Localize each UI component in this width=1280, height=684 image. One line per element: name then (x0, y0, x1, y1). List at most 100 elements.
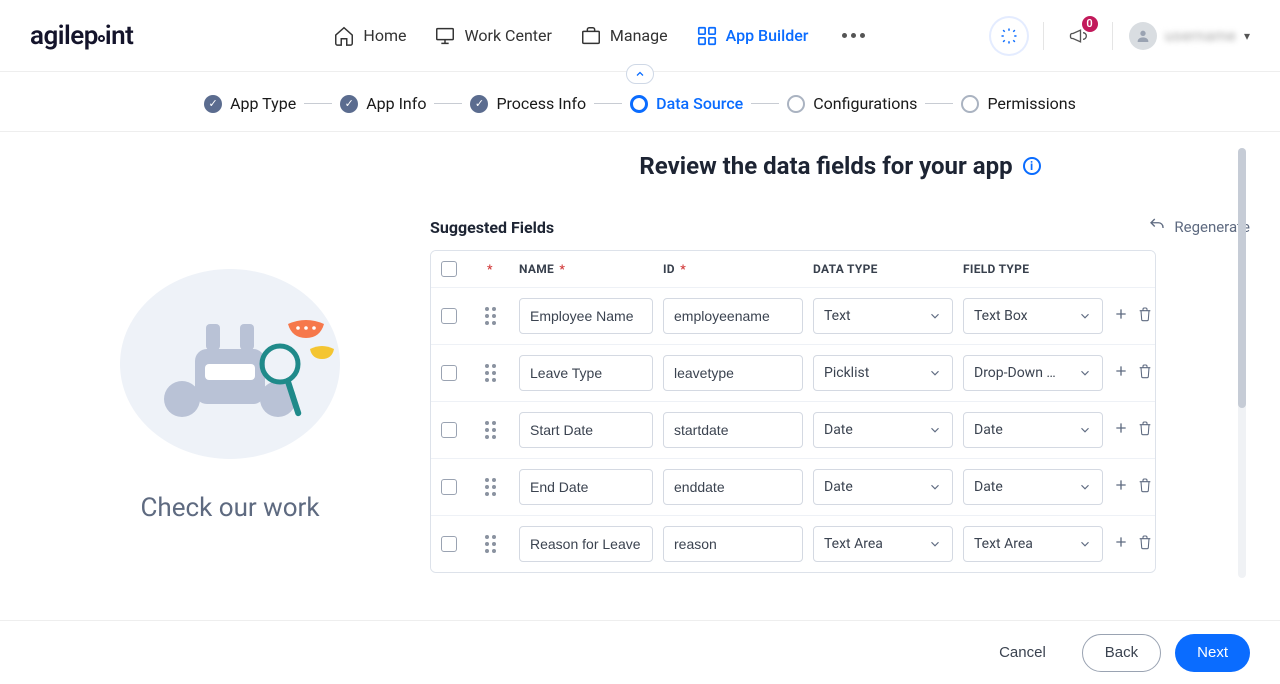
delete-row-icon[interactable] (1137, 363, 1153, 383)
nav-home-label: Home (363, 26, 406, 45)
required-indicator: * (487, 262, 493, 276)
fieldtype-select[interactable]: Date (963, 469, 1103, 505)
step-data-source[interactable]: Data Source (630, 94, 743, 113)
avatar-icon (1129, 22, 1157, 50)
step-app-type[interactable]: ✓App Type (204, 94, 296, 113)
table-row: Picklist Drop-Down … (431, 345, 1155, 402)
add-row-icon[interactable] (1113, 534, 1129, 554)
fieldtype-select[interactable]: Drop-Down … (963, 355, 1103, 391)
briefcase-icon (580, 25, 602, 47)
datatype-select[interactable]: Text Area (813, 526, 953, 562)
table-row: Text Text Box (431, 288, 1155, 345)
step-separator (594, 103, 622, 104)
nav-home[interactable]: Home (333, 25, 406, 47)
suggested-fields-title: Suggested Fields (430, 218, 554, 237)
cancel-button[interactable]: Cancel (977, 634, 1068, 672)
row-checkbox[interactable] (441, 479, 457, 495)
announcements-icon[interactable]: 0 (1060, 18, 1096, 54)
col-datatype: DATA TYPE (813, 262, 878, 276)
grid-icon (696, 25, 718, 47)
page-title: Review the data fields for your app (639, 152, 1012, 180)
divider (1043, 22, 1044, 50)
nav-work-center[interactable]: Work Center (434, 25, 551, 47)
drag-handle-icon[interactable] (485, 307, 509, 325)
datatype-select[interactable]: Text (813, 298, 953, 334)
left-caption: Check our work (140, 493, 319, 523)
fieldtype-select[interactable]: Text Area (963, 526, 1103, 562)
name-input[interactable] (519, 469, 653, 505)
nav-work-center-label: Work Center (464, 26, 551, 45)
datatype-select[interactable]: Date (813, 412, 953, 448)
home-icon (333, 25, 355, 47)
row-checkbox[interactable] (441, 365, 457, 381)
notification-badge: 0 (1082, 16, 1098, 32)
row-checkbox[interactable] (441, 422, 457, 438)
ai-assistant-icon[interactable] (991, 18, 1027, 54)
table-row: Date Date (431, 459, 1155, 516)
nav-app-builder-label: App Builder (726, 26, 809, 45)
datatype-select[interactable]: Picklist (813, 355, 953, 391)
info-icon[interactable]: i (1023, 157, 1041, 175)
undo-icon (1148, 216, 1166, 238)
back-button[interactable]: Back (1082, 634, 1161, 672)
nav-app-builder[interactable]: App Builder (696, 25, 809, 47)
brand-logo: agilepint (30, 21, 133, 51)
col-id: ID (663, 262, 675, 276)
drag-handle-icon[interactable] (485, 535, 509, 553)
next-button[interactable]: Next (1175, 634, 1250, 672)
vertical-scrollbar[interactable] (1238, 148, 1246, 578)
name-input[interactable] (519, 355, 653, 391)
name-input[interactable] (519, 298, 653, 334)
user-menu[interactable]: username ▾ (1129, 22, 1250, 50)
fields-grid: * NAME * ID * DATA TYPE FIELD TYPE TextT… (430, 250, 1156, 573)
step-separator (751, 103, 779, 104)
id-input[interactable] (663, 355, 803, 391)
delete-row-icon[interactable] (1137, 420, 1153, 440)
name-input[interactable] (519, 526, 653, 562)
divider (1112, 22, 1113, 50)
step-app-info[interactable]: ✓App Info (340, 94, 426, 113)
row-checkbox[interactable] (441, 536, 457, 552)
illustration-robot (110, 229, 350, 469)
step-separator (925, 103, 953, 104)
col-fieldtype: FIELD TYPE (963, 262, 1029, 276)
col-name: NAME (519, 262, 554, 276)
monitor-icon (434, 25, 456, 47)
add-row-icon[interactable] (1113, 477, 1129, 497)
delete-row-icon[interactable] (1137, 477, 1153, 497)
id-input[interactable] (663, 469, 803, 505)
add-row-icon[interactable] (1113, 306, 1129, 326)
select-all-checkbox[interactable] (441, 261, 457, 277)
table-row: Text Area Text Area (431, 516, 1155, 572)
drag-handle-icon[interactable] (485, 478, 509, 496)
grid-header-row: * NAME * ID * DATA TYPE FIELD TYPE (431, 251, 1155, 288)
id-input[interactable] (663, 412, 803, 448)
table-row: Date Date (431, 402, 1155, 459)
collapse-steps-toggle[interactable] (626, 64, 654, 84)
step-process-info[interactable]: ✓Process Info (470, 94, 586, 113)
nav-manage-label: Manage (610, 26, 668, 45)
name-input[interactable] (519, 412, 653, 448)
row-checkbox[interactable] (441, 308, 457, 324)
step-permissions[interactable]: Permissions (961, 94, 1075, 113)
wizard-footer: Cancel Back Next (0, 620, 1280, 684)
drag-handle-icon[interactable] (485, 364, 509, 382)
nav-manage[interactable]: Manage (580, 25, 668, 47)
drag-handle-icon[interactable] (485, 421, 509, 439)
add-row-icon[interactable] (1113, 363, 1129, 383)
step-separator (304, 103, 332, 104)
top-nav: Home Work Center Manage App Builder (333, 25, 871, 47)
user-name-label: username (1165, 26, 1236, 45)
delete-row-icon[interactable] (1137, 306, 1153, 326)
step-separator (434, 103, 462, 104)
fieldtype-select[interactable]: Date (963, 412, 1103, 448)
step-configurations[interactable]: Configurations (787, 94, 917, 113)
fieldtype-select[interactable]: Text Box (963, 298, 1103, 334)
id-input[interactable] (663, 526, 803, 562)
nav-more[interactable] (836, 29, 871, 42)
id-input[interactable] (663, 298, 803, 334)
regenerate-button[interactable]: Regenerate (1148, 216, 1250, 238)
delete-row-icon[interactable] (1137, 534, 1153, 554)
add-row-icon[interactable] (1113, 420, 1129, 440)
datatype-select[interactable]: Date (813, 469, 953, 505)
